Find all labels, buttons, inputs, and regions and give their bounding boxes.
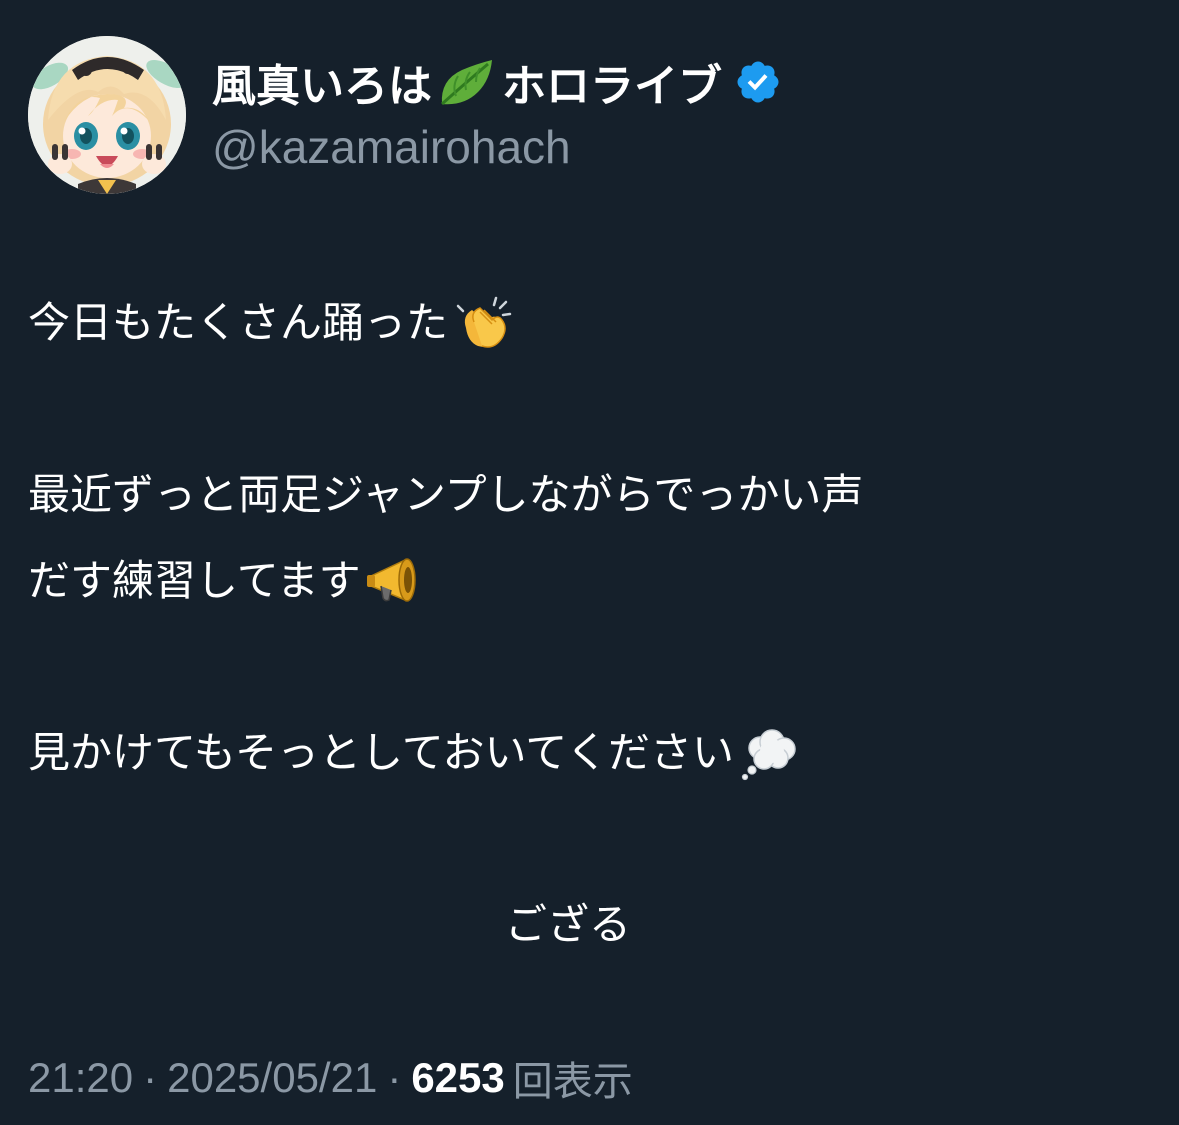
megaphone-icon: [365, 550, 427, 612]
views-count: 6253: [411, 1054, 505, 1101]
avatar[interactable]: [28, 36, 186, 194]
verified-badge-icon[interactable]: [734, 58, 782, 106]
thought-bubble-icon: [738, 722, 800, 784]
tweet-line: だす練習してます: [28, 538, 1158, 624]
display-name[interactable]: 風真いろは: [212, 50, 432, 114]
avatar-illustration: [28, 36, 186, 194]
tweet-time[interactable]: 21:20: [28, 1054, 133, 1102]
tweet-line: ござる: [28, 882, 1158, 968]
meta-separator: ·: [143, 1054, 158, 1101]
tweet-text: 今日もたくさん踊った 最近ずっと両足ジャンプしながらでっかい声 だす練習してます: [28, 280, 1158, 968]
tweet-line-text: ござる: [504, 900, 631, 949]
tweet-card: 風真いろは ホロライブ @kazamairohach 今日もたくさん踊った 最近…: [0, 0, 1179, 1125]
tweet-line-text: 見かけてもそっとしておいてください: [28, 728, 735, 777]
tweet-line-text: 最近ずっと両足ジャンプしながらでっかい声: [28, 470, 864, 519]
display-name-suffix: ホロライブ: [502, 61, 722, 112]
tweet-meta: 21:20 · 2025/05/21 · 6253 回表示: [28, 1048, 633, 1108]
meta-separator: ·: [387, 1054, 402, 1101]
tweet-line-text: 今日もたくさん踊った: [28, 298, 449, 347]
tweet-date[interactable]: 2025/05/21: [167, 1054, 377, 1102]
clapping-hands-icon: [452, 292, 514, 354]
name-row: 風真いろは ホロライブ: [212, 50, 1112, 114]
tweet-line: 今日もたくさん踊った: [28, 280, 1158, 366]
leaf-icon: [436, 56, 496, 108]
author-block: 風真いろは ホロライブ @kazamairohach: [212, 50, 1112, 174]
author-handle[interactable]: @kazamairohach: [212, 120, 1112, 174]
views-label: 回表示: [512, 1059, 633, 1105]
tweet-line-text: だす練習してます: [28, 556, 361, 605]
tweet-header: 風真いろは ホロライブ @kazamairohach: [28, 36, 1148, 196]
tweet-line: 見かけてもそっとしておいてください: [28, 710, 1158, 796]
tweet-line: 最近ずっと両足ジャンプしながらでっかい声: [28, 452, 1158, 538]
